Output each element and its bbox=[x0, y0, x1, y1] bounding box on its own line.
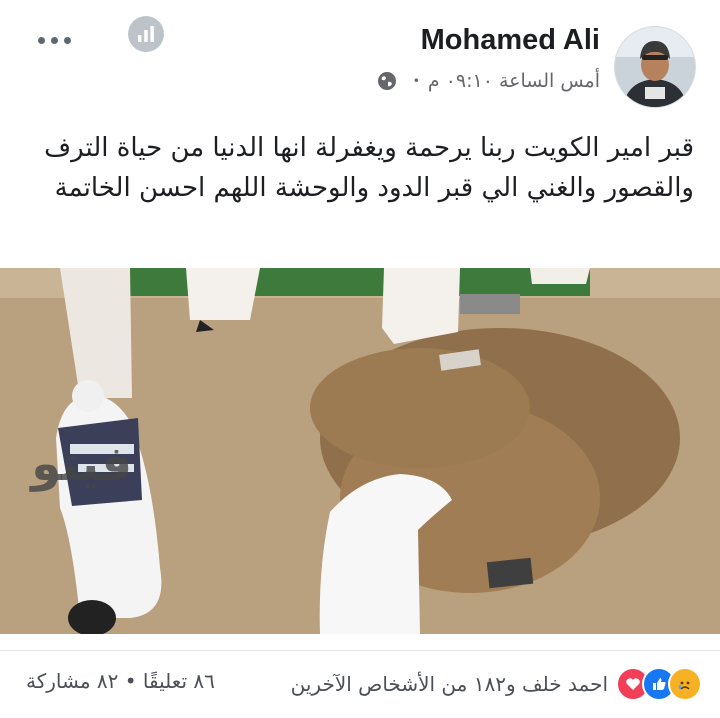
post-meta: • أمس الساعة ٠٩:١٠ م bbox=[377, 70, 600, 92]
more-dot bbox=[50, 36, 58, 44]
comments-count[interactable]: ٨٦ تعليقًا bbox=[143, 669, 215, 693]
photo-scene: فيتو bbox=[0, 268, 720, 634]
post-photo[interactable]: فيتو bbox=[0, 268, 720, 634]
shares-count[interactable]: ٨٢ مشاركة bbox=[26, 669, 118, 693]
meta-separator: • bbox=[412, 74, 420, 88]
sad-reaction-icon bbox=[668, 667, 702, 701]
globe-icon bbox=[377, 72, 396, 90]
post-timestamp[interactable]: أمس الساعة ٠٩:١٠ م bbox=[428, 70, 600, 92]
more-options-button[interactable] bbox=[34, 26, 74, 54]
insights-button[interactable] bbox=[128, 16, 164, 52]
avatar-image bbox=[615, 27, 695, 107]
photo-watermark: فيتو bbox=[29, 436, 132, 492]
engagement-counts: ٨٦ تعليقًا • ٨٢ مشاركة bbox=[26, 669, 215, 693]
author-name[interactable]: Mohamed Ali bbox=[421, 24, 600, 57]
post-text: قبر امير الكويت ربنا يرحمة ويغفرلة انها … bbox=[44, 133, 694, 203]
avatar[interactable] bbox=[614, 26, 696, 108]
reactions-text: احمد خلف و١٨٢ من الأشخاص الآخرين bbox=[290, 672, 608, 696]
counts-separator: • bbox=[124, 669, 137, 693]
insights-icon bbox=[138, 26, 154, 42]
more-dot bbox=[37, 36, 45, 44]
more-dot bbox=[63, 36, 71, 44]
post-header: Mohamed Ali • أمس الساعة ٠٩:١٠ م bbox=[0, 0, 720, 115]
post-footer: احمد خلف و١٨٢ من الأشخاص الآخرين ٨٦ تعلي… bbox=[0, 650, 720, 718]
reactions-summary[interactable]: احمد خلف و١٨٢ من الأشخاص الآخرين bbox=[291, 667, 702, 701]
